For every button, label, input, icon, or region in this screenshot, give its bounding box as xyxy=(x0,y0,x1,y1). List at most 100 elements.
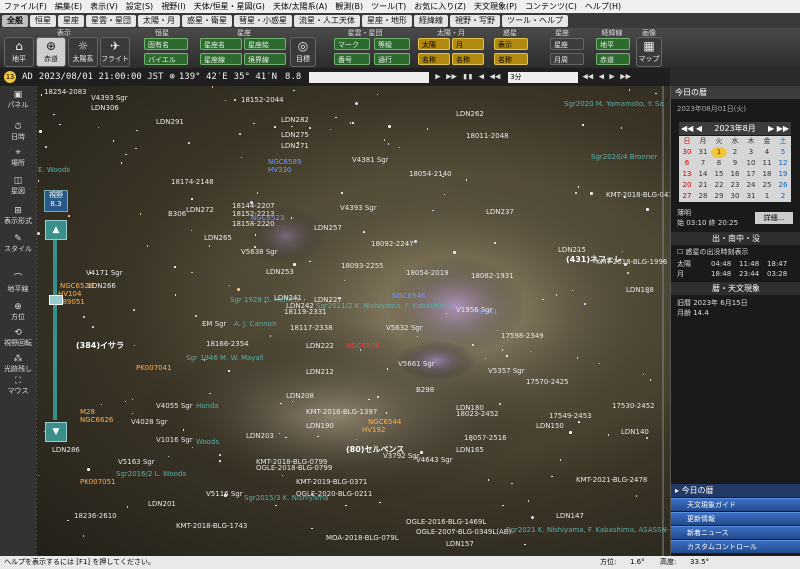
sky-object-label[interactable]: LDN157 xyxy=(446,540,474,548)
moon-name-toggle[interactable]: 名称 xyxy=(452,53,484,65)
menu-item-6[interactable]: 天体/太陽系(A) xyxy=(269,1,331,12)
sky-object-label[interactable]: Sgr2020 M. Yamamoto, Y. Sa xyxy=(564,100,664,108)
sky-object-label[interactable]: Sgr 1946 M. W. Mayall xyxy=(186,354,264,362)
left-panel-item-5[interactable]: ✎ スタイル xyxy=(0,234,36,254)
sky-object-label[interactable]: Woods xyxy=(196,438,219,446)
ribbon-tab-10[interactable]: 視野・写野 xyxy=(450,14,500,27)
calendar-day[interactable]: 4 xyxy=(759,147,775,158)
calendar-day[interactable]: 30 xyxy=(679,147,695,158)
sky-object-label[interactable]: NGC6626 xyxy=(80,416,113,424)
news-button-3[interactable]: カスタムコントロール xyxy=(671,540,800,553)
ribbon-tab-9[interactable]: 経緯線 xyxy=(414,14,448,27)
sky-object-label[interactable]: OGLE-2007-BLG-0349L(AB) xyxy=(416,528,511,536)
step-interval-select[interactable]: 3分 xyxy=(508,71,579,83)
sky-object-label[interactable]: NGC6589 xyxy=(268,158,301,166)
sky-object-label[interactable]: 18054-2019 xyxy=(406,269,449,277)
sky-object-label[interactable]: KMT-2019-BLG-0371 xyxy=(296,478,367,486)
calendar-day[interactable]: 1 xyxy=(711,147,727,158)
sky-object-label[interactable]: V4393 Sgr xyxy=(340,204,377,212)
sky-object-label[interactable]: LDN208 xyxy=(286,392,314,400)
sky-object-label[interactable]: V1956 Sgr xyxy=(456,306,493,314)
sky-object-label[interactable]: 17530-2452 xyxy=(612,402,655,410)
sky-object-label[interactable]: Sgr2021 K. Nishiyama, F. Kabashima, ASAS… xyxy=(506,526,670,534)
datetime-value[interactable]: 2023/08/01 21:00:00 JST xyxy=(39,72,164,82)
sky-object-label[interactable]: NGC6578 xyxy=(346,342,379,350)
sky-object-label[interactable]: Sgr2016/2 L. Woods xyxy=(116,470,186,478)
menu-item-11[interactable]: コンテンツ(C) xyxy=(521,1,581,12)
sky-object-label[interactable]: Honda xyxy=(196,402,219,410)
zoom-out-button[interactable]: ▼ xyxy=(45,422,67,442)
map-button[interactable]: ▦ マップ xyxy=(636,37,662,67)
calendar-day[interactable]: 2 xyxy=(775,191,791,202)
sky-object-label[interactable]: KMT-2018-BLG-1743 xyxy=(176,522,247,530)
menu-item-4[interactable]: 視野(I) xyxy=(157,1,190,12)
calendar-day[interactable]: 25 xyxy=(759,180,775,191)
planet-name-toggle[interactable]: 名称 xyxy=(494,53,528,65)
sky-object-label[interactable]: LDN271 xyxy=(281,142,309,150)
star-name-toggle[interactable]: 固有名 xyxy=(144,38,188,50)
sky-object-label[interactable]: 18144-2207 xyxy=(232,202,275,210)
calendar-grid[interactable]: 日月火水木金土 30 31 1 2 3 4 5 6 7 8 9 10 11 12 13 14 15 16 17 18 19… xyxy=(679,136,791,202)
sky-object-label[interactable]: KMT-2016-BLG-1397 xyxy=(306,408,377,416)
calendar-day[interactable]: 22 xyxy=(711,180,727,191)
sky-object-label[interactable]: LDN215 xyxy=(558,246,586,254)
sky-object-label[interactable]: LDN275 xyxy=(281,131,309,139)
sky-object-label[interactable]: LDN212 xyxy=(306,368,334,376)
flight-button[interactable]: ✈ フライト xyxy=(100,37,130,67)
sky-object-label[interactable]: V4171 Sgr xyxy=(86,269,123,277)
ribbon-tab-8[interactable]: 星座・地形 xyxy=(362,14,412,27)
path-toggle[interactable]: 通行 xyxy=(374,53,410,65)
solar-system-button[interactable]: ☼ 太陽系 xyxy=(68,37,98,67)
calendar-day[interactable]: 30 xyxy=(727,191,743,202)
calendar-day[interactable]: 31 xyxy=(695,147,711,158)
left-panel-item-10[interactable]: ⛶ マウス xyxy=(0,376,36,396)
sky-object-label[interactable]: LDN306 xyxy=(91,104,119,112)
left-panel-item-2[interactable]: ⌖ 場所 xyxy=(0,148,36,168)
sky-object-label[interactable]: 18093-2255 xyxy=(341,262,384,270)
sky-object-label[interactable]: 18117-2338 xyxy=(290,324,333,332)
sky-object-label[interactable]: 18254-2083 xyxy=(44,88,87,96)
calendar-day[interactable]: 7 xyxy=(695,158,711,169)
sky-object-label[interactable]: V3792 Sgr xyxy=(383,452,420,460)
menu-item-8[interactable]: ツール(T) xyxy=(367,1,410,12)
calendar-day[interactable]: 14 xyxy=(695,169,711,180)
step-controls[interactable]: ◀◀ ◀ ▶ ▶▶ xyxy=(582,72,631,82)
calendar-day[interactable]: 12 xyxy=(775,158,791,169)
sky-object-label[interactable]: LDN165 xyxy=(456,446,484,454)
sky-object-label[interactable]: NGC6523 xyxy=(251,214,284,222)
sky-object-label[interactable]: V5638 Sgr xyxy=(241,248,278,256)
sky-object-label[interactable]: Sgr2015/3 K. Nishiyama xyxy=(244,494,328,502)
menu-item-9[interactable]: お気に入り(Z) xyxy=(410,1,470,12)
sky-object-label[interactable]: OGLE-2016-BLG-1469L xyxy=(406,518,486,526)
field-of-view-badge[interactable]: 視野 8.3 xyxy=(44,190,68,212)
sky-object-label[interactable]: LDN150 xyxy=(536,422,564,430)
left-panel-item-1[interactable]: ⏱ 日時 xyxy=(0,122,36,142)
boundary-toggle[interactable]: 境界線 xyxy=(244,53,286,65)
ribbon-tab-4[interactable]: 太陽・月 xyxy=(138,14,180,27)
planet-rise-checkbox[interactable]: ☐ 惑星の出没時刻表示 xyxy=(677,247,749,257)
sky-object-label[interactable]: NGC6544 xyxy=(368,418,401,426)
sky-object-label[interactable]: 17549-2453 xyxy=(549,412,592,420)
sky-object-label[interactable]: HV330 xyxy=(268,166,291,174)
sky-object-label[interactable]: V4028 Sgr xyxy=(131,418,168,426)
sky-object-label[interactable]: LDN282 xyxy=(281,116,309,124)
orbit-toggle[interactable]: 月周 xyxy=(550,53,584,65)
prev-month-button[interactable]: ◀◀ ◀ xyxy=(681,122,702,135)
menu-item-0[interactable]: ファイル(F) xyxy=(0,1,51,12)
left-panel-item-0[interactable]: ▣ パネル xyxy=(0,90,36,110)
sky-object-label[interactable]: 18011-2048 xyxy=(466,132,509,140)
sky-object-label[interactable]: LDN237 xyxy=(486,208,514,216)
sky-object-label[interactable]: 17570-2425 xyxy=(526,378,569,386)
news-button-1[interactable]: 更新情報 xyxy=(671,512,800,525)
sky-object-label[interactable]: 17598-2349 xyxy=(501,332,544,340)
const-line-toggle[interactable]: 星座線 xyxy=(200,53,242,65)
moon-display-toggle[interactable]: 月 xyxy=(452,38,484,50)
menu-item-3[interactable]: 設定(S) xyxy=(122,1,157,12)
sky-object-label[interactable]: LDN201 xyxy=(148,500,176,508)
calendar-day[interactable]: 28 xyxy=(695,191,711,202)
ribbon-tab-2[interactable]: 星座 xyxy=(58,14,84,27)
calendar-day[interactable]: 26 xyxy=(775,180,791,191)
zoom-slider-handle[interactable] xyxy=(49,295,63,305)
ribbon-tab-7[interactable]: 流星・人工天体 xyxy=(294,14,360,27)
equatorial-grid-toggle[interactable]: 赤道 xyxy=(596,53,630,65)
